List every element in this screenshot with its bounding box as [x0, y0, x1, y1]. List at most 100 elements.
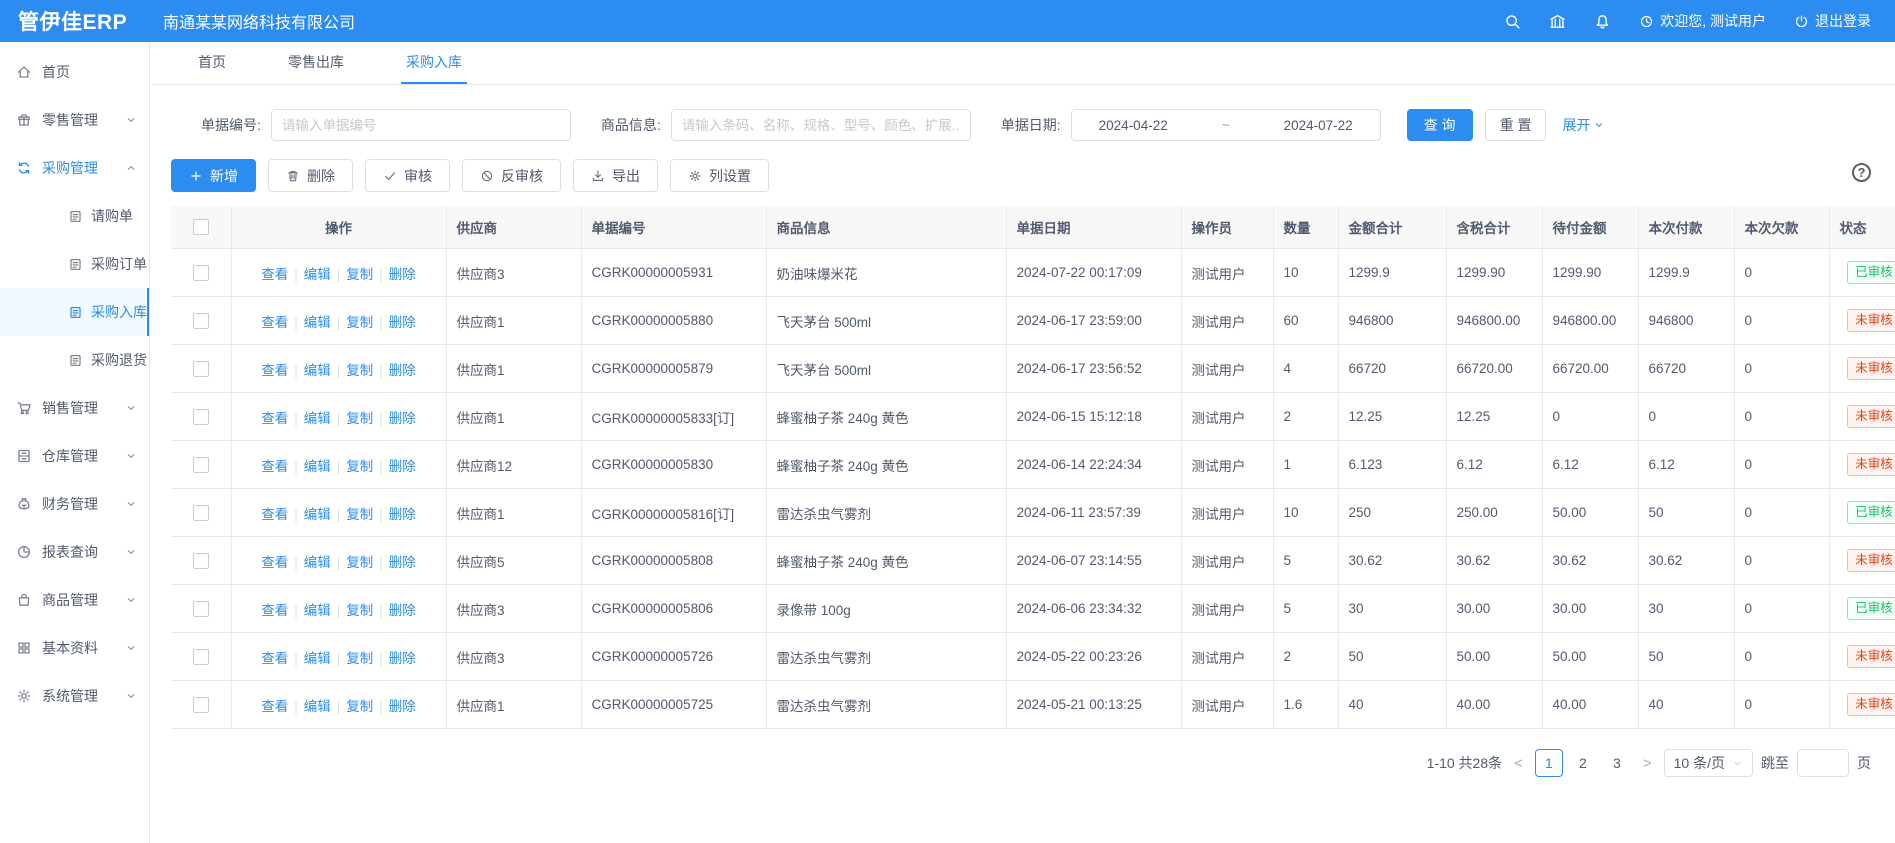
- edit-link[interactable]: 编辑: [304, 315, 331, 330]
- row-checkbox[interactable]: [193, 601, 209, 617]
- sidebar-item[interactable]: 财务管理: [0, 480, 149, 528]
- sidebar-subitem-label: 请购单: [91, 206, 133, 226]
- sidebar-subitem[interactable]: 采购入库: [0, 288, 149, 336]
- edit-link[interactable]: 编辑: [304, 507, 331, 522]
- jump-page-input[interactable]: [1797, 749, 1849, 777]
- row-checkbox[interactable]: [193, 649, 209, 665]
- delete-link[interactable]: 删除: [389, 267, 416, 282]
- delete-link[interactable]: 删除: [389, 315, 416, 330]
- sidebar-item[interactable]: 采购管理: [0, 144, 149, 192]
- sidebar-item-label: 基本资料: [42, 638, 98, 658]
- delete-link[interactable]: 删除: [389, 699, 416, 714]
- edit-link[interactable]: 编辑: [304, 459, 331, 474]
- delete-link[interactable]: 删除: [389, 555, 416, 570]
- sidebar-item[interactable]: 首页: [0, 48, 149, 96]
- view-link[interactable]: 查看: [261, 267, 288, 282]
- row-checkbox[interactable]: [193, 409, 209, 425]
- cell-payable: 50.00: [1542, 489, 1638, 537]
- sidebar-item[interactable]: 零售管理: [0, 96, 149, 144]
- bell-icon[interactable]: [1594, 13, 1611, 30]
- edit-link[interactable]: 编辑: [304, 411, 331, 426]
- sidebar-item[interactable]: 系统管理: [0, 672, 149, 720]
- audit-button[interactable]: 审核: [365, 159, 450, 192]
- page-number[interactable]: 1: [1535, 749, 1563, 777]
- delete-link[interactable]: 删除: [389, 507, 416, 522]
- delete-link[interactable]: 删除: [389, 603, 416, 618]
- copy-link[interactable]: 复制: [346, 267, 373, 282]
- bank-icon[interactable]: [1549, 13, 1566, 30]
- view-link[interactable]: 查看: [261, 363, 288, 378]
- search-icon[interactable]: [1504, 13, 1521, 30]
- sidebar-subitem[interactable]: 请购单: [0, 192, 149, 240]
- copy-link[interactable]: 复制: [346, 555, 373, 570]
- product-info-input[interactable]: [671, 109, 971, 141]
- date-to[interactable]: 2024-07-22: [1284, 118, 1353, 133]
- delete-link[interactable]: 删除: [389, 459, 416, 474]
- date-range-picker[interactable]: 2024-04-22 ~ 2024-07-22: [1071, 109, 1381, 141]
- date-from[interactable]: 2024-04-22: [1099, 118, 1168, 133]
- copy-link[interactable]: 复制: [346, 411, 373, 426]
- column-settings-button[interactable]: 列设置: [670, 159, 769, 192]
- sidebar-item[interactable]: 商品管理: [0, 576, 149, 624]
- copy-link[interactable]: 复制: [346, 315, 373, 330]
- edit-link[interactable]: 编辑: [304, 651, 331, 666]
- row-checkbox[interactable]: [193, 505, 209, 521]
- copy-link[interactable]: 复制: [346, 363, 373, 378]
- view-link[interactable]: 查看: [261, 651, 288, 666]
- order-no-input[interactable]: [271, 109, 571, 141]
- export-button[interactable]: 导出: [573, 159, 658, 192]
- page-number[interactable]: 2: [1569, 749, 1597, 777]
- add-button[interactable]: 新增: [171, 159, 256, 192]
- delete-button[interactable]: 删除: [268, 159, 353, 192]
- row-checkbox[interactable]: [193, 361, 209, 377]
- sidebar-subitem[interactable]: 采购订单: [0, 240, 149, 288]
- edit-link[interactable]: 编辑: [304, 603, 331, 618]
- copy-link[interactable]: 复制: [346, 459, 373, 474]
- copy-link[interactable]: 复制: [346, 699, 373, 714]
- prev-page-button[interactable]: <: [1510, 755, 1527, 772]
- sidebar-item[interactable]: 报表查询: [0, 528, 149, 576]
- search-button[interactable]: 查 询: [1407, 109, 1473, 141]
- tab-item[interactable]: 首页: [193, 42, 231, 84]
- tab-item[interactable]: 采购入库: [401, 42, 467, 84]
- sidebar-item[interactable]: 基本资料: [0, 624, 149, 672]
- tab-item[interactable]: 零售出库: [283, 42, 349, 84]
- select-all-checkbox[interactable]: [193, 219, 209, 235]
- logout-button[interactable]: 退出登录: [1794, 11, 1871, 31]
- view-link[interactable]: 查看: [261, 459, 288, 474]
- unaudit-button[interactable]: 反审核: [462, 159, 561, 192]
- sidebar-subitem[interactable]: 采购退货: [0, 336, 149, 384]
- edit-link[interactable]: 编辑: [304, 699, 331, 714]
- page-number[interactable]: 3: [1603, 749, 1631, 777]
- view-link[interactable]: 查看: [261, 699, 288, 714]
- edit-link[interactable]: 编辑: [304, 267, 331, 282]
- delete-link[interactable]: 删除: [389, 651, 416, 666]
- view-link[interactable]: 查看: [261, 411, 288, 426]
- next-page-button[interactable]: >: [1639, 755, 1656, 772]
- sidebar-item[interactable]: 仓库管理: [0, 432, 149, 480]
- expand-toggle[interactable]: 展开: [1562, 115, 1605, 135]
- help-icon[interactable]: ?: [1852, 163, 1871, 182]
- reset-button[interactable]: 重 置: [1485, 109, 1547, 141]
- view-link[interactable]: 查看: [261, 315, 288, 330]
- view-link[interactable]: 查看: [261, 603, 288, 618]
- sidebar-subitem-label: 采购退货: [91, 350, 147, 370]
- copy-link[interactable]: 复制: [346, 507, 373, 522]
- row-checkbox[interactable]: [193, 265, 209, 281]
- delete-link[interactable]: 删除: [389, 411, 416, 426]
- row-checkbox[interactable]: [193, 457, 209, 473]
- edit-link[interactable]: 编辑: [304, 555, 331, 570]
- row-checkbox[interactable]: [193, 313, 209, 329]
- edit-link[interactable]: 编辑: [304, 363, 331, 378]
- row-actions: 查看|编辑|复制|删除: [231, 345, 446, 393]
- copy-link[interactable]: 复制: [346, 603, 373, 618]
- page-size-select[interactable]: 10 条/页: [1664, 749, 1753, 777]
- copy-link[interactable]: 复制: [346, 651, 373, 666]
- sidebar-item[interactable]: 销售管理: [0, 384, 149, 432]
- view-link[interactable]: 查看: [261, 555, 288, 570]
- row-checkbox[interactable]: [193, 553, 209, 569]
- welcome-user[interactable]: 欢迎您, 测试用户: [1639, 11, 1766, 31]
- delete-link[interactable]: 删除: [389, 363, 416, 378]
- row-checkbox[interactable]: [193, 697, 209, 713]
- view-link[interactable]: 查看: [261, 507, 288, 522]
